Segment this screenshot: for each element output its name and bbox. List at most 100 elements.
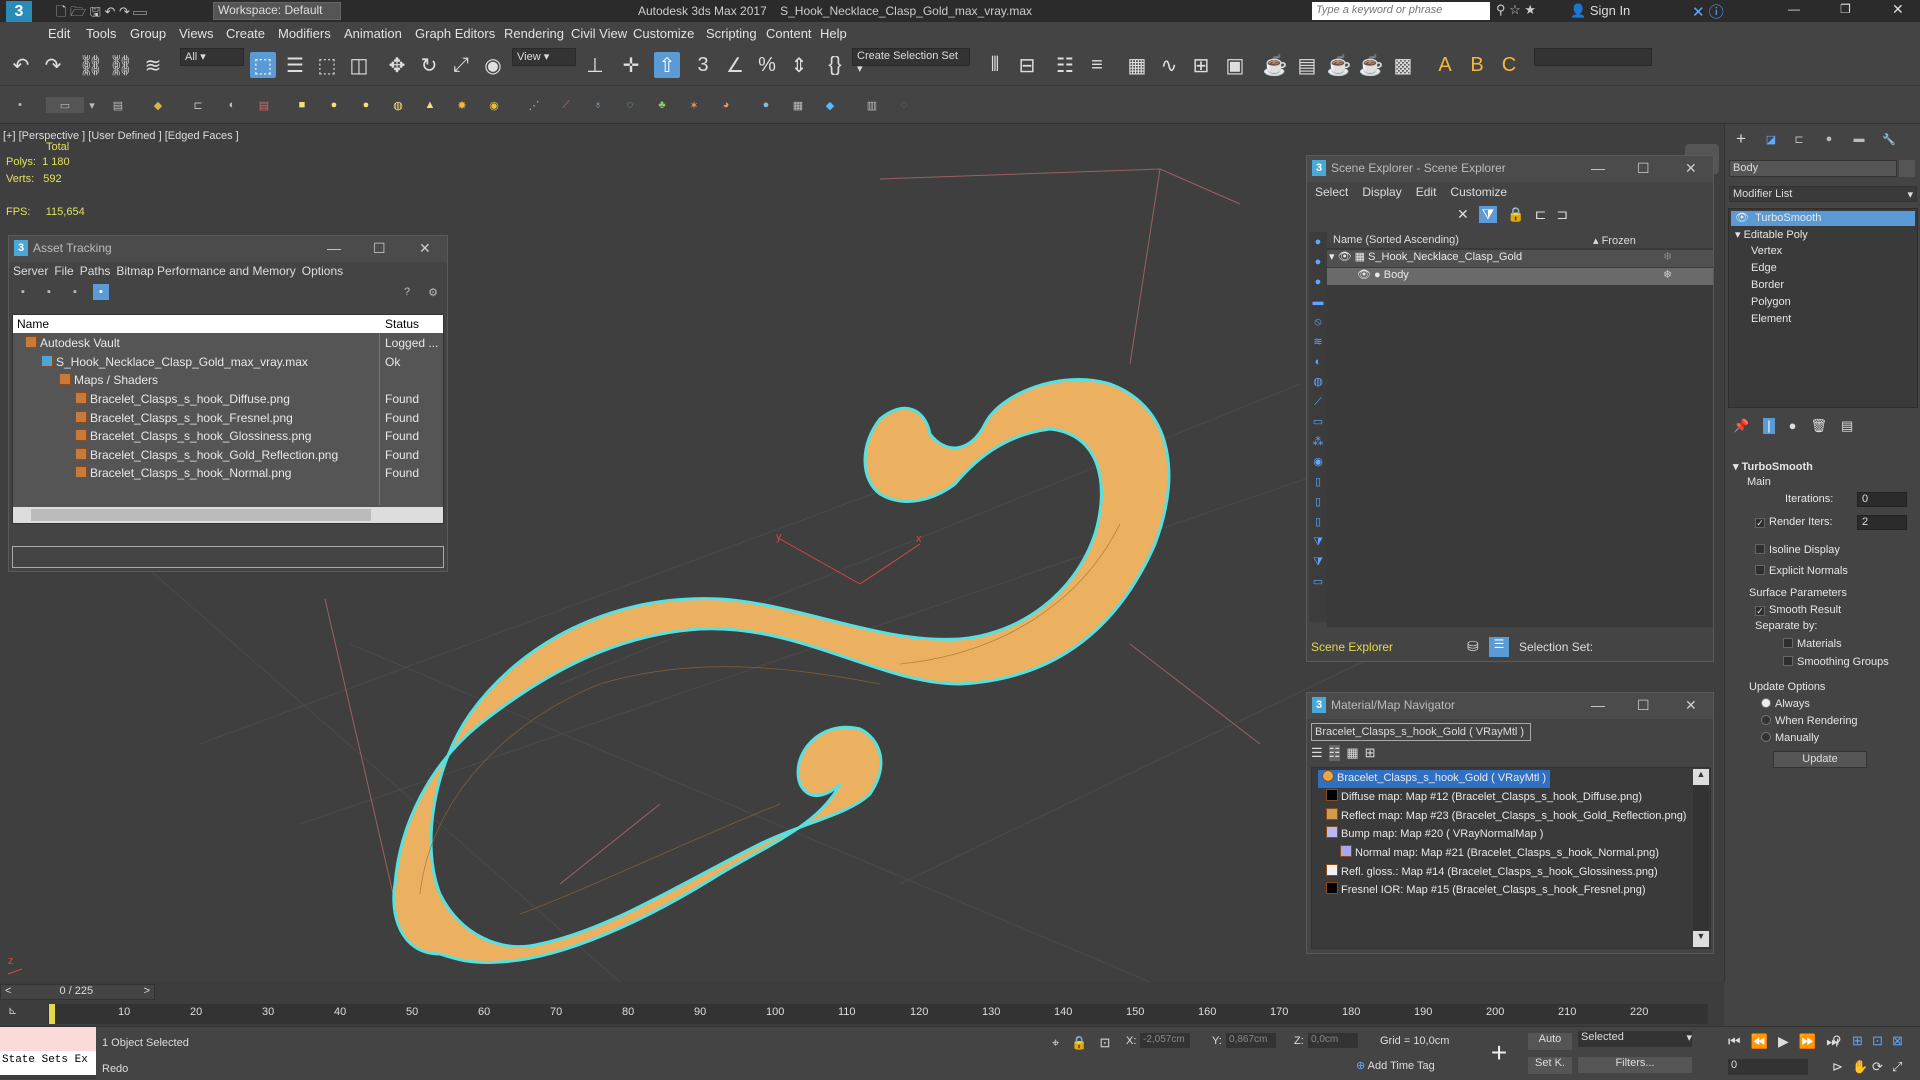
view-icon-3[interactable]: ▪ [67,284,83,300]
table-row[interactable]: Bracelet_Clasps_s_hook_Glossiness.png [75,429,311,447]
layer-explorer-icon[interactable]: ≡ [1084,52,1110,78]
place-icon[interactable]: ◉ [480,52,506,78]
next-frame-icon[interactable]: ⏩ [1799,1033,1816,1050]
time-cursor[interactable] [49,1004,55,1024]
go-to-start-icon[interactable]: ⏮ [1728,1033,1741,1050]
render-icon[interactable]: ☕ [1326,52,1352,78]
iterations-spinner[interactable]: 0 [1857,492,1907,507]
workspace-dropdown[interactable]: Workspace: Default [213,2,341,20]
motion-tab-icon[interactable]: ● [1821,131,1837,147]
add-time-tag-button[interactable]: ⊕ Add Time Tag [1356,1059,1435,1072]
menu-file[interactable]: File [54,264,73,278]
minimize-button[interactable]: — [1788,2,1800,16]
menu-customize[interactable]: Customize [1450,185,1507,199]
selection-set-dropdown[interactable]: Create Selection Set ▾ [852,48,970,75]
menu-graph-editors[interactable]: Graph Editors [415,26,495,41]
render-iters-spinner[interactable]: 2 [1857,515,1907,530]
tool-icon-5[interactable]: ◆ [150,97,166,113]
time-ruler[interactable] [48,1004,1708,1024]
play-icon[interactable]: ▶ [1778,1033,1789,1050]
render-iterative-icon[interactable]: ☕ [1358,52,1384,78]
tool-icon-16[interactable]: ● [758,97,774,113]
hierarchy-icon[interactable]: ⊏ [1535,206,1547,223]
zoom-icon[interactable]: ⚲ [1832,1033,1852,1049]
clear-icon[interactable]: ✕ [1457,206,1469,223]
pan-icon[interactable]: ✋ [1852,1059,1872,1075]
manipulate-icon[interactable]: ✛ [618,52,644,78]
settings-icon[interactable]: ⚙ [425,284,441,300]
maximize-button[interactable]: ❐ [1840,2,1851,16]
menu-animation[interactable]: Animation [344,26,402,41]
cylinder-icon[interactable]: ● [358,97,374,113]
current-material-field[interactable]: Bracelet_Clasps_s_hook_Gold ( VRayMtl ) [1311,723,1531,741]
remove-modifier-icon[interactable]: 🗑 [1810,418,1827,434]
scene-item-body[interactable]: 👁 ● Body ❄ [1327,268,1713,285]
bind-space-warp-icon[interactable]: ≋ [140,52,166,78]
material-editor-icon[interactable]: ▣ [1222,52,1248,78]
map-item[interactable]: Bump map: Map #20 ( VRayNormalMap ) [1326,826,1543,844]
maximize-viewport-icon[interactable]: ⤢ [1892,1059,1912,1075]
isolate-icon[interactable]: ⌖ [1052,1035,1059,1051]
view-icon-1[interactable]: ▪ [15,284,31,300]
keyboard-shortcut-icon[interactable]: ⇧ [654,52,680,78]
map-item[interactable]: Normal map: Map #21 (Bracelet_Clasps_s_h… [1340,845,1659,863]
scale-icon[interactable]: ⤢ [448,52,474,78]
select-object-icon[interactable]: ⬚ [250,52,276,78]
menu-server[interactable]: Server [13,264,48,278]
menu-rendering[interactable]: Rendering [504,26,564,41]
small-icons-icon[interactable]: ☷ [1328,745,1341,761]
window-crossing-icon[interactable]: ◫ [346,52,372,78]
key-filters-button[interactable]: Filters... [1578,1057,1692,1073]
tool-icon-13[interactable]: ♣ [654,97,670,113]
ribbon-icon[interactable]: ▦ [1124,52,1150,78]
turbosmooth-rollout-title[interactable]: ▾ TurboSmooth [1733,460,1813,473]
col-name[interactable]: Name [17,317,49,331]
absolute-mode-icon[interactable]: ⊡ [1100,1035,1111,1051]
app-logo-icon[interactable]: 3 [6,1,32,22]
tool-icon-8[interactable]: ▤ [256,97,272,113]
table-row[interactable]: Bracelet_Clasps_s_hook_Gold_Reflection.p… [75,448,338,466]
reference-coord-dropdown[interactable]: View ▾ [512,48,576,66]
menu-group[interactable]: Group [130,26,166,41]
display-filter-strip[interactable]: ● ● ● ▬ ⦸ ≋ ◐ ◍ ⟋ ▭ ⁂ ◉ ▯ ▯ ▯ ⧩ ⧩ ▭ [1309,232,1327,622]
layers-icon[interactable]: ⛁ [1467,638,1479,655]
tool-icon-3[interactable]: ▾ [84,97,100,113]
curve-editor-icon[interactable]: ∿ [1156,52,1182,78]
table-row[interactable]: S_Hook_Necklace_Clasp_Gold_max_vray.max [41,355,308,373]
hierarchy2-icon[interactable]: ⊐ [1556,206,1568,223]
menu-paths[interactable]: Paths [80,264,111,278]
close-button[interactable]: ✕ [419,240,431,257]
current-frame-field[interactable]: 0 [1728,1059,1808,1075]
viewport-label[interactable]: [+] [Perspective ] [User Defined ] [Edge… [3,130,239,142]
cone-icon[interactable]: ▲ [422,97,438,113]
smooth-result-checkbox[interactable]: ✓ Smooth Result [1755,604,1841,616]
link-icon[interactable]: ⛓ [78,52,104,78]
render-setup-icon[interactable]: ☕ [1262,52,1288,78]
search-input[interactable]: Type a keyword or phrase [1312,2,1490,20]
fov-icon[interactable]: ⊳ [1832,1059,1852,1075]
close-button[interactable]: ✕ [1892,1,1904,18]
tool-icon-7[interactable]: ◐ [224,97,240,113]
sign-in-button[interactable]: 👤 Sign In [1570,3,1630,19]
map-item[interactable]: Fresnel IOR: Map #15 (Bracelet_Clasps_s_… [1326,882,1645,900]
view-icon-4[interactable]: ▪ [93,284,109,300]
map-item[interactable]: Refl. gloss.: Map #14 (Bracelet_Clasps_s… [1326,864,1658,882]
view-icon-2[interactable]: ▪ [41,284,57,300]
time-slider[interactable]: <0 / 225 > [0,984,155,1000]
toolbar-extra-dropdown[interactable] [1534,48,1652,66]
sphere-icon[interactable]: ● [326,97,342,113]
teapot-icon[interactable]: ◉ [486,97,502,113]
explicit-normals-checkbox[interactable]: Explicit Normals [1755,565,1848,577]
asset-path-field[interactable] [12,546,444,568]
stack-border[interactable]: Border [1751,279,1784,291]
tool-icon-1[interactable]: • [12,97,28,113]
stack-vertex[interactable]: Vertex [1751,245,1782,257]
utilities-tab-icon[interactable]: 🔧 [1881,131,1897,147]
spinner-snap-icon[interactable]: ⇕ [786,52,812,78]
horizontal-scrollbar[interactable] [13,507,443,523]
zoom-extents-icon[interactable]: ⊡ [1872,1033,1892,1049]
percent-snap-icon[interactable]: % [754,52,780,78]
explorer-name[interactable]: Scene Explorer [1311,640,1393,654]
close-button[interactable]: ✕ [1685,697,1697,714]
hierarchy-tab-icon[interactable]: ⊏ [1791,131,1807,147]
